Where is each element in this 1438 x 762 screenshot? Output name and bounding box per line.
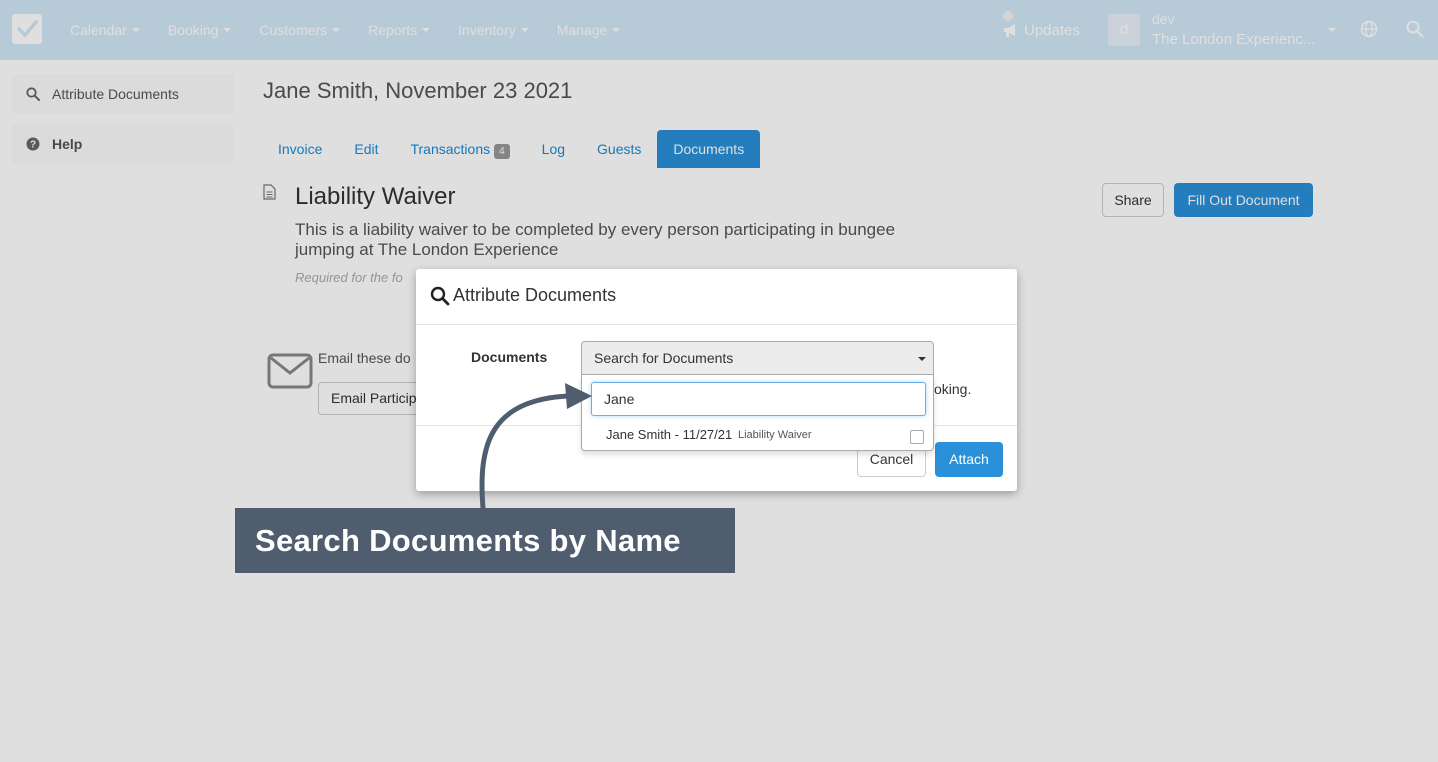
chevron-down-icon (918, 357, 926, 361)
option-name: Jane Smith - 11/27/21 (606, 427, 733, 442)
modal-header: Attribute Documents (416, 269, 1017, 325)
annotation-callout: Search Documents by Name (235, 508, 735, 573)
documents-field-label: Documents (471, 349, 548, 365)
list-item[interactable]: Jane Smith - 11/27/21 Liability Waiver (582, 423, 933, 447)
modal-title: Attribute Documents (453, 285, 617, 305)
option-type: Liability Waiver (738, 429, 812, 441)
documents-select-placeholder: Search for Documents (594, 350, 734, 366)
modal-partial-text: oking. (934, 381, 972, 397)
documents-dropdown: Jane Jane Smith - 11/27/21 Liability Wai… (581, 375, 934, 451)
attach-button[interactable]: Attach (935, 442, 1003, 477)
document-search-input[interactable]: Jane (591, 382, 926, 416)
search-icon (430, 286, 450, 306)
documents-select[interactable]: Search for Documents (581, 341, 934, 375)
option-checkbox[interactable] (910, 430, 924, 444)
